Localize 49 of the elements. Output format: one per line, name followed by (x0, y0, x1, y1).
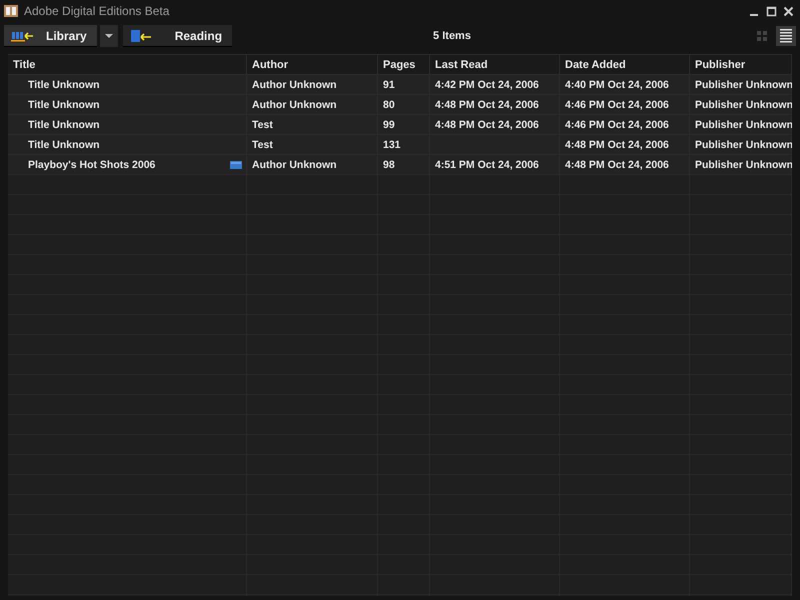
table-cell: Publisher Unknown (690, 95, 792, 114)
table-cell: Test (247, 135, 378, 154)
table-cell: Title Unknown (28, 138, 100, 150)
table-cell: Publisher Unknown (690, 135, 792, 154)
book-icon (4, 5, 18, 17)
table-cell: Test (247, 115, 378, 134)
table-cell: Publisher Unknown (690, 155, 792, 174)
table-cell: Title Unknown (28, 78, 100, 90)
table-cell: Title Unknown (28, 118, 100, 130)
column-header[interactable]: Publisher (690, 55, 792, 74)
caret-icon (104, 34, 113, 38)
tab[interactable]: Library (4, 25, 97, 47)
column-header[interactable]: Pages (378, 55, 430, 74)
table-cell: 4:51 PM Oct 24, 2006 (430, 155, 560, 174)
table-cell: 4:40 PM Oct 24, 2006 (560, 75, 690, 94)
table-cell: 80 (378, 95, 430, 114)
table-cell: 4:48 PM Oct 24, 2006 (430, 115, 560, 134)
table-cell: Playboy's Hot Shots 2006 (28, 158, 156, 170)
list-view-icon (780, 29, 792, 43)
list-view-button[interactable] (776, 26, 796, 46)
table-cell: 99 (378, 115, 430, 134)
table-cell: 98 (378, 155, 430, 174)
table-cell: 4:42 PM Oct 24, 2006 (430, 75, 560, 94)
table-cell: Author Unknown (247, 75, 378, 94)
maximize-icon[interactable] (766, 6, 777, 16)
close-icon[interactable] (783, 6, 794, 16)
item-count: 5 Items (432, 30, 472, 42)
shelf-arrow-icon (10, 29, 34, 43)
table-cell: 4:48 PM Oct 24, 2006 (560, 135, 690, 154)
table-cell: Author Unknown (247, 155, 378, 174)
column-header[interactable]: Title (8, 55, 247, 74)
book-arrow-icon (128, 29, 153, 43)
table-cell: 4:46 PM Oct 24, 2006 (560, 95, 690, 114)
table-cell: 91 (378, 75, 430, 94)
grid-view-icon (757, 31, 767, 41)
window-title: Adobe Digital Editions Beta (24, 4, 170, 18)
table-cell: Publisher Unknown (690, 115, 792, 134)
table-cell: Publisher Unknown (690, 75, 792, 94)
table-cell: 131 (378, 135, 430, 154)
column-header[interactable]: Author (247, 55, 378, 74)
column-header[interactable]: Last Read (430, 55, 560, 74)
table-cell: 4:48 PM Oct 24, 2006 (560, 155, 690, 174)
dropdown-button[interactable] (100, 25, 118, 47)
table-cell: Title Unknown (28, 98, 100, 110)
table-cell: 4:48 PM Oct 24, 2006 (430, 95, 560, 114)
table-cell: Author Unknown (247, 95, 378, 114)
tab[interactable]: Reading (122, 25, 232, 47)
table-cell: 4:46 PM Oct 24, 2006 (560, 115, 690, 134)
column-header[interactable]: Date Added (560, 55, 690, 74)
